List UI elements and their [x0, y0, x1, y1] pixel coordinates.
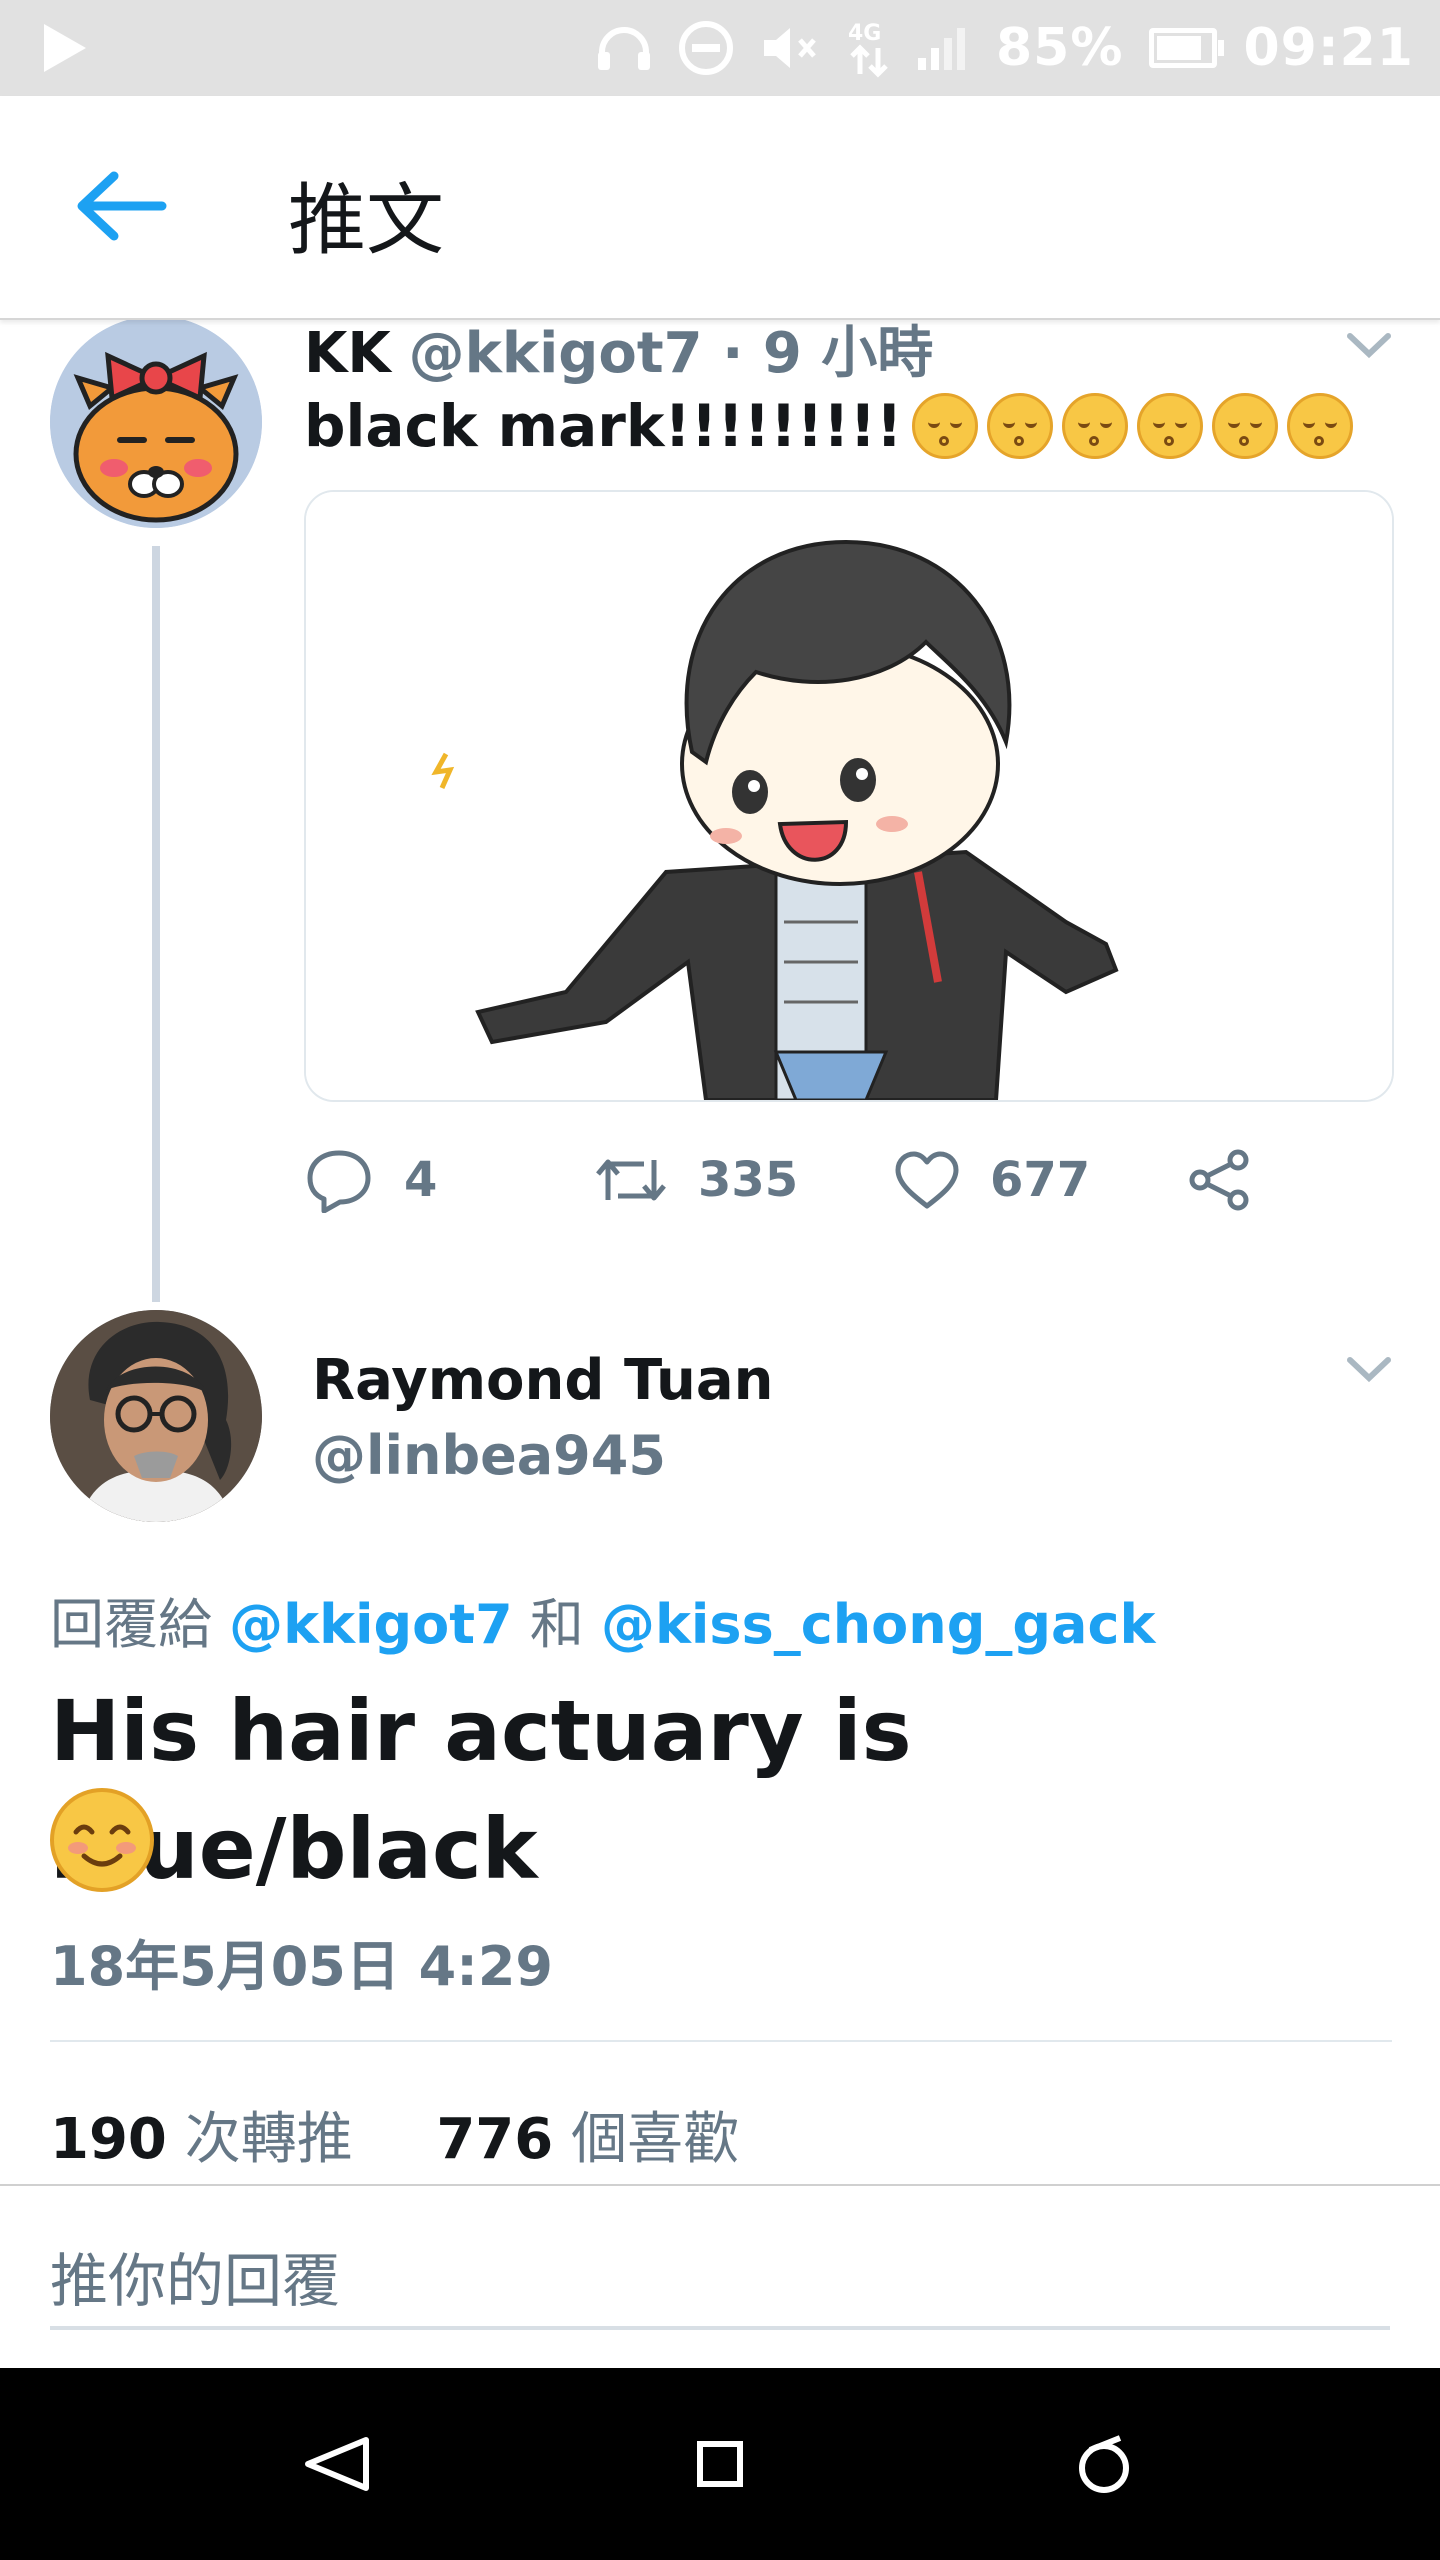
page-title: 推文: [288, 176, 445, 266]
back-arrow-icon: [77, 171, 167, 241]
network-4g-icon: 4G: [846, 18, 892, 78]
retweet-total[interactable]: 190: [50, 2107, 167, 2172]
divider: [0, 2184, 1440, 2186]
replying-to: 回覆給 @kkigot7 和 @kiss_chong_gack: [50, 1580, 1155, 1659]
retweet-action[interactable]: 335: [594, 1140, 798, 1220]
smiling-face-emoji-icon: [50, 1788, 154, 1892]
retweet-total-label[interactable]: 次轉推: [185, 2107, 353, 2172]
avatar-kk[interactable]: [50, 316, 262, 528]
retweet-count: 335: [698, 1152, 799, 1208]
headphones-icon: [596, 24, 652, 72]
tweet2-author-name[interactable]: Raymond Tuan: [312, 1348, 774, 1413]
like-action[interactable]: 677: [894, 1140, 1090, 1220]
tweet2-text: His hair actuary is blue/black: [50, 1682, 912, 1898]
kissing-face-emoji-icon: [1061, 393, 1128, 459]
divider: [50, 2040, 1392, 2042]
reply-count: 4: [404, 1152, 438, 1208]
reply-input[interactable]: [50, 2236, 1390, 2330]
like-total[interactable]: 776: [436, 2107, 553, 2172]
heart-icon: [895, 1151, 959, 1209]
kissing-face-emoji-icon: [1211, 393, 1278, 459]
mute-icon: [760, 23, 820, 73]
chevron-down-icon[interactable]: [1346, 330, 1392, 360]
like-total-label[interactable]: 個喜歡: [571, 2107, 739, 2172]
tweet1-media-image[interactable]: [304, 490, 1394, 1102]
nav-home-icon[interactable]: [680, 2424, 760, 2504]
share-action[interactable]: [1188, 1140, 1252, 1220]
tweet2-timestamp: 18年5月05日 4:29: [50, 1935, 553, 1998]
share-icon: [1189, 1149, 1249, 1211]
avatar-raymond-tuan[interactable]: [50, 1310, 262, 1522]
signal-icon: [918, 26, 970, 70]
nav-recents-icon[interactable]: [1064, 2424, 1144, 2504]
play-icon: [44, 24, 86, 72]
tweet1-text: black mark!!!!!!!!!: [304, 392, 1353, 460]
nav-back-icon[interactable]: [296, 2424, 376, 2504]
status-bar: 4G 85% 09:21: [0, 0, 1440, 96]
battery-percent: 85%: [996, 18, 1124, 78]
chevron-down-icon[interactable]: [1346, 1354, 1392, 1384]
replying-to-joiner: 和: [529, 1593, 584, 1656]
kissing-face-emoji-icon: [986, 393, 1053, 459]
like-count: 677: [990, 1152, 1091, 1208]
tweet2-author-handle[interactable]: @linbea945: [312, 1424, 666, 1487]
kissing-face-emoji-icon: [1286, 393, 1353, 459]
battery-icon: [1149, 28, 1225, 68]
network-label: 4G: [848, 21, 881, 46]
mention-link[interactable]: @kkigot7: [229, 1593, 512, 1656]
kissing-face-emoji-icon: [1136, 393, 1203, 459]
tweet2-stats: 190 次轉推 776 個喜歡: [50, 2094, 739, 2175]
retweet-icon: [596, 1159, 666, 1201]
app-bar: 推文: [0, 96, 1440, 320]
tweet1-author-name[interactable]: KK: [304, 321, 391, 386]
clock: 09:21: [1243, 18, 1414, 78]
do-not-disturb-icon: [678, 20, 734, 76]
back-button[interactable]: [70, 166, 170, 246]
tweet1-header: KK @kkigot7 · 9 小時: [304, 308, 933, 389]
reply-icon: [307, 1150, 371, 1213]
thread-line: [152, 546, 160, 1302]
tweet1-text-body: black mark!!!!!!!!!: [304, 392, 903, 460]
reply-action[interactable]: 4: [304, 1140, 437, 1220]
replying-to-label: 回覆給: [50, 1593, 212, 1656]
kissing-face-emoji-icon: [911, 393, 978, 459]
navigation-bar: [0, 2368, 1440, 2560]
mention-link[interactable]: @kiss_chong_gack: [601, 1593, 1155, 1656]
tweet1-meta: @kkigot7 · 9 小時: [408, 321, 934, 386]
tweet1-actions: 4 335 677: [304, 1140, 1304, 1220]
